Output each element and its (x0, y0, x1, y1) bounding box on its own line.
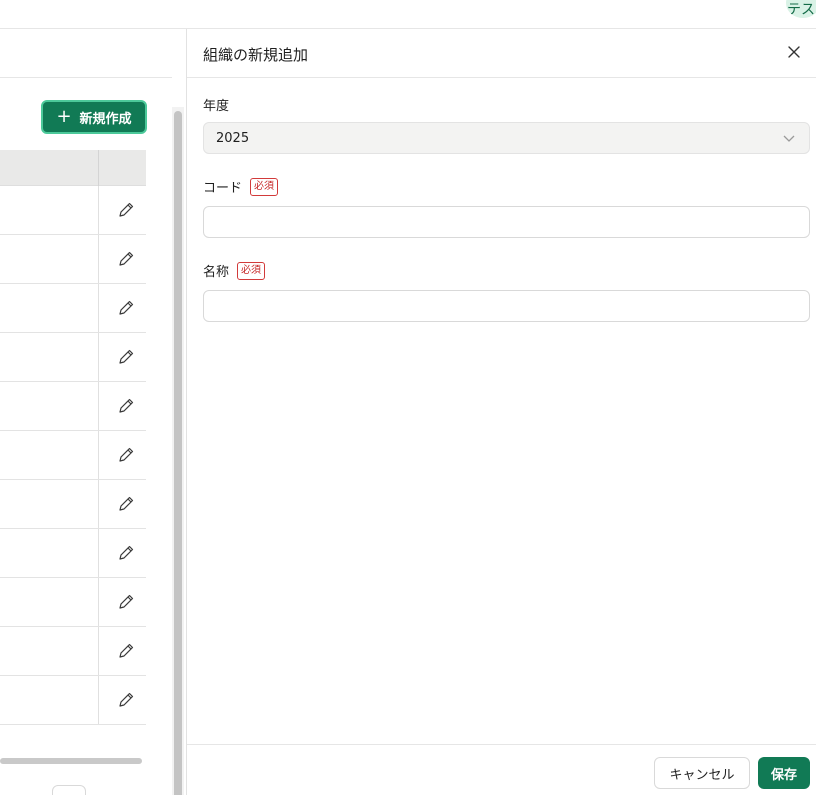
pencil-icon[interactable] (117, 397, 135, 415)
pencil-icon[interactable] (117, 544, 135, 562)
pencil-icon[interactable] (117, 348, 135, 366)
table-row (0, 333, 146, 382)
pencil-icon[interactable] (117, 446, 135, 464)
name-input[interactable] (203, 290, 810, 322)
drawer-title: 組織の新規追加 (203, 46, 309, 64)
code-input[interactable] (203, 206, 810, 238)
column-separator (98, 480, 99, 528)
column-separator (98, 431, 99, 479)
save-button[interactable]: 保存 (758, 757, 810, 789)
table-row (0, 676, 146, 725)
page-header-divider (0, 77, 172, 78)
table-row (0, 578, 146, 627)
pencil-icon[interactable] (117, 691, 135, 709)
pencil-icon[interactable] (117, 299, 135, 317)
pencil-icon[interactable] (117, 201, 135, 219)
plus-icon: + (56, 106, 72, 127)
column-separator (98, 382, 99, 430)
column-separator (98, 284, 99, 332)
name-label: 名称 必須 (203, 261, 266, 280)
pencil-icon[interactable] (117, 495, 135, 513)
table-row (0, 480, 146, 529)
table-row (0, 235, 146, 284)
background-list-page: + 新規作成 前へ 1 次へ (0, 29, 186, 795)
table-row (0, 382, 146, 431)
list-table (0, 150, 146, 725)
column-separator (98, 186, 99, 234)
new-create-button[interactable]: + 新規作成 (41, 100, 147, 134)
table-row (0, 186, 146, 235)
column-separator (98, 627, 99, 675)
horizontal-scrollbar[interactable] (0, 758, 142, 764)
table-row (0, 431, 146, 480)
code-label: コード 必須 (203, 177, 279, 196)
pencil-icon[interactable] (117, 593, 135, 611)
column-separator (98, 150, 99, 186)
code-required-badge: 必須 (250, 177, 279, 196)
pencil-icon[interactable] (117, 250, 135, 268)
drawer-footer-divider (187, 744, 816, 745)
top-app-bar: テス (0, 0, 816, 29)
user-avatar[interactable]: テス (786, 0, 816, 18)
table-header (0, 150, 146, 186)
column-separator (98, 676, 99, 724)
table-row (0, 627, 146, 676)
column-separator (98, 578, 99, 626)
chevron-down-icon (783, 135, 795, 142)
year-label-text: 年度 (203, 99, 230, 114)
table-body (0, 186, 146, 725)
table-row (0, 284, 146, 333)
cancel-button[interactable]: キャンセル (654, 757, 750, 789)
close-icon[interactable] (787, 45, 801, 59)
name-label-text: 名称 (203, 265, 230, 280)
add-organization-drawer: 組織の新規追加 年度 2025 コード 必須 名称 必須 キャンセル 保存 (186, 29, 816, 795)
name-required-badge: 必須 (237, 261, 266, 280)
column-separator (98, 235, 99, 283)
year-select-value: 2025 (216, 130, 250, 146)
column-separator (98, 529, 99, 577)
pager-current-page[interactable]: 1 (52, 785, 86, 795)
new-create-button-label: 新規作成 (79, 111, 132, 127)
table-row (0, 529, 146, 578)
column-separator (98, 333, 99, 381)
pencil-icon[interactable] (117, 642, 135, 660)
vertical-scrollbar-thumb[interactable] (174, 111, 182, 795)
year-label: 年度 (203, 95, 229, 114)
drawer-header-divider (187, 77, 816, 78)
year-select[interactable]: 2025 (203, 122, 810, 154)
code-label-text: コード (203, 181, 243, 196)
